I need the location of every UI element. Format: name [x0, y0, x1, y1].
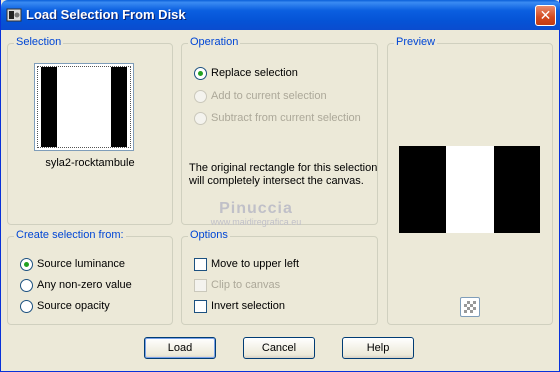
close-button[interactable]: ✕	[535, 5, 556, 26]
thumbnail-image	[37, 66, 131, 148]
checkbox-label: Invert selection	[211, 300, 285, 312]
info-line-2: will completely intersect the canvas.	[189, 175, 364, 187]
operation-info-text: The original rectangle for this selectio…	[189, 162, 379, 188]
radio-button[interactable]	[20, 299, 33, 313]
radio-add-to-selection: Add to current selection	[194, 88, 327, 104]
app-icon	[6, 8, 22, 22]
help-button[interactable]: Help	[342, 337, 414, 359]
preview-image	[399, 146, 540, 233]
radio-button[interactable]	[20, 257, 33, 271]
checkbox	[194, 278, 207, 292]
preview-group-title: Preview	[394, 36, 438, 48]
radio-label: Add to current selection	[211, 90, 327, 102]
create-selection-from-title: Create selection from:	[14, 229, 126, 241]
radio-label: Replace selection	[211, 67, 298, 79]
radio-label: Subtract from current selection	[211, 112, 361, 124]
transparency-toggle-button[interactable]	[460, 297, 480, 317]
checkbox-label: Move to upper left	[211, 258, 300, 270]
radio-button	[194, 111, 207, 125]
radio-button[interactable]	[20, 278, 33, 292]
cancel-button[interactable]: Cancel	[243, 337, 315, 359]
checkbox-invert-selection[interactable]: Invert selection	[194, 298, 285, 314]
create-selection-from-group: Create selection from: Source luminance …	[7, 229, 173, 325]
checkbox-clip-to-canvas: Clip to canvas	[194, 277, 280, 293]
radio-label: Source luminance	[37, 258, 126, 270]
preview-group: Preview	[387, 36, 553, 325]
dialog-window: Load Selection From Disk ✕ Selection syl…	[0, 0, 560, 372]
radio-source-luminance[interactable]: Source luminance	[20, 256, 125, 272]
options-group-title: Options	[188, 229, 230, 241]
thumbnail-bar-right	[111, 67, 127, 147]
load-button[interactable]: Load	[144, 337, 216, 359]
operation-group: Operation Replace selection Add to curre…	[181, 36, 379, 225]
title-bar[interactable]: Load Selection From Disk ✕	[1, 0, 560, 30]
radio-label: Source opacity	[37, 300, 110, 312]
radio-button	[194, 89, 207, 103]
radio-subtract-from-selection: Subtract from current selection	[194, 110, 361, 126]
checkbox-move-to-upper-left[interactable]: Move to upper left	[194, 256, 299, 272]
window-title: Load Selection From Disk	[26, 7, 186, 22]
checkerboard-icon	[464, 301, 476, 313]
radio-label: Any non-zero value	[37, 279, 132, 291]
selection-thumbnail[interactable]	[34, 63, 134, 151]
selection-group: Selection syla2-rocktambule	[7, 36, 173, 225]
radio-button[interactable]	[194, 66, 207, 80]
radio-replace-selection[interactable]: Replace selection	[194, 65, 298, 81]
checkbox[interactable]	[194, 257, 207, 271]
operation-group-title: Operation	[188, 36, 241, 48]
checkbox[interactable]	[194, 299, 207, 313]
checkbox-label: Clip to canvas	[211, 279, 281, 291]
info-line-1: The original rectangle for this selectio…	[189, 162, 378, 174]
selection-group-title: Selection	[14, 36, 64, 48]
radio-source-opacity[interactable]: Source opacity	[20, 298, 110, 314]
options-group: Options Move to upper left Clip to canva…	[181, 229, 378, 325]
radio-any-non-zero-value[interactable]: Any non-zero value	[20, 277, 132, 293]
preview-white-band	[446, 146, 494, 233]
thumbnail-bar-left	[41, 67, 57, 147]
selection-file-name: syla2-rocktambule	[45, 157, 135, 169]
